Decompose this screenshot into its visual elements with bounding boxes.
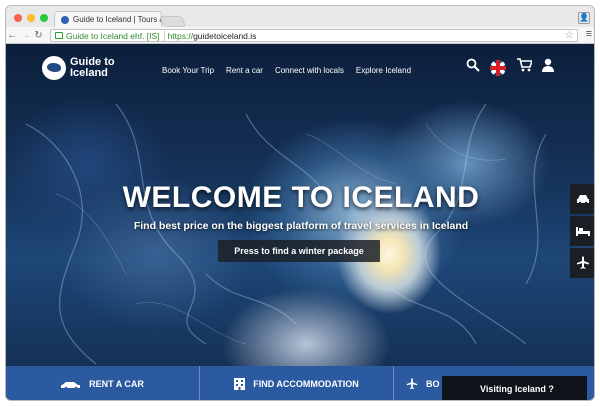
browser-toolbar: ← → ↻ Guide to Iceland ehf. [IS] https:/…: [6, 27, 594, 44]
url-scheme: https://: [167, 30, 194, 41]
book-flights-label: BO: [426, 379, 440, 389]
forward-icon[interactable]: →: [19, 30, 32, 41]
nav-connect-with-locals[interactable]: Connect with locals: [275, 66, 344, 75]
address-bar[interactable]: Guide to Iceland ehf. [IS] https:// guid…: [50, 29, 578, 42]
minimize-window-button[interactable]: [27, 14, 35, 22]
window-controls: [14, 14, 48, 22]
cart-icon[interactable]: [516, 58, 534, 77]
car-icon: [61, 381, 81, 389]
browser-chrome: Guide to Iceland | Tours & ✕ 👤 ← → ↻ Gui…: [6, 6, 594, 44]
maximize-window-button[interactable]: [40, 14, 48, 22]
browser-menu-icon[interactable]: ≡: [586, 28, 592, 40]
site-header: Guide to Iceland Book Your Trip Rent a c…: [6, 44, 594, 88]
chat-widget[interactable]: Visiting Iceland ?: [442, 376, 587, 400]
car-icon[interactable]: [570, 184, 594, 214]
rent-a-car-button[interactable]: RENT A CAR: [6, 366, 200, 400]
lock-icon: [55, 32, 63, 39]
back-icon[interactable]: ←: [6, 30, 19, 41]
logo-line-2: Iceland: [70, 67, 108, 79]
plane-icon[interactable]: [570, 248, 594, 278]
hero-subtitle: Find best price on the biggest platform …: [133, 220, 469, 232]
new-tab-button[interactable]: [159, 16, 187, 27]
site-logo[interactable]: Guide to Iceland: [42, 56, 130, 80]
browser-window: Guide to Iceland | Tours & ✕ 👤 ← → ↻ Gui…: [5, 5, 595, 401]
rent-a-car-label: RENT A CAR: [89, 379, 144, 389]
tab-title: Guide to Iceland | Tours &: [73, 15, 162, 24]
nav-book-your-trip[interactable]: Book Your Trip: [162, 66, 214, 75]
nav-explore-iceland[interactable]: Explore Iceland: [356, 66, 411, 75]
close-window-button[interactable]: [14, 14, 22, 22]
plane-icon: [406, 378, 418, 390]
iceland-logo-icon: [42, 56, 66, 80]
ev-certificate-label[interactable]: Guide to Iceland ehf. [IS]: [66, 30, 165, 41]
search-icon[interactable]: [466, 58, 480, 77]
favicon-icon: [61, 15, 69, 24]
winter-package-button[interactable]: Press to find a winter package: [218, 240, 380, 262]
nav-rent-a-car[interactable]: Rent a car: [226, 66, 263, 75]
main-nav: Book Your Trip Rent a car Connect with l…: [162, 66, 411, 75]
side-quick-links: [570, 184, 594, 278]
page-viewport: Guide to Iceland Book Your Trip Rent a c…: [6, 44, 594, 400]
building-icon: [234, 378, 246, 390]
user-icon[interactable]: [542, 58, 554, 77]
reload-icon[interactable]: ↻: [32, 30, 45, 41]
profile-icon[interactable]: 👤: [578, 12, 590, 24]
url-host: guidetoiceland.is: [193, 30, 257, 41]
bookmark-star-icon[interactable]: ☆: [565, 30, 574, 41]
logo-text: Guide to Iceland: [70, 57, 130, 79]
hero-title: WELCOME TO ICELAND: [122, 181, 480, 214]
find-accommodation-label: FIND ACCOMMODATION: [253, 379, 359, 389]
header-icons: [466, 58, 554, 77]
find-accommodation-button[interactable]: FIND ACCOMMODATION: [200, 366, 394, 400]
bed-icon[interactable]: [570, 216, 594, 246]
uk-flag-icon[interactable]: [490, 59, 506, 76]
browser-tab[interactable]: Guide to Iceland | Tours & ✕: [54, 11, 162, 27]
chat-label: Visiting Iceland ?: [480, 384, 554, 394]
